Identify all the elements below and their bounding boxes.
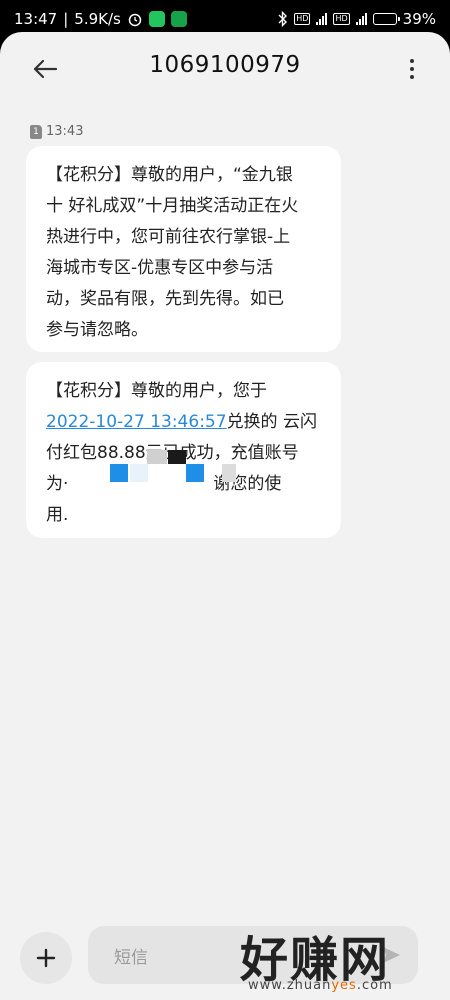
message-text: 兑换的 云闪 [226,412,317,432]
battery-percent: 39% [402,10,436,28]
message-bubble[interactable]: 【花积分】尊敬的用户，“金九银 十 好礼成双”十月抽奖活动正在火 热进行中，您可… [26,146,341,352]
sms-input[interactable]: 短信 [88,926,418,984]
hd-icon: HD [333,13,350,25]
message-line: 【花积分】尊敬的用户，您于 [46,381,267,401]
signal-4g-icon [355,13,367,25]
app-shield-icon [170,11,187,27]
message-timestamp: 13:43 [46,124,84,139]
message-line: 2022-10-27 13:46:57兑换的 云闪 [46,407,321,438]
message-line: 动，奖品有限，先到先得。如已 [46,289,284,309]
messages-screen: 1069100979 1 13:43 【花积分】尊敬的用户，“金九银 十 好礼成… [0,32,450,1000]
network-speed: 5.9K/s [74,10,121,28]
send-icon[interactable] [380,944,402,966]
composer-bar: 短信 [0,920,450,1000]
status-time: 13:47 [14,10,58,28]
app-bar: 1069100979 [0,32,450,104]
message-line: 参与请忽略。 [46,320,148,340]
message-line: 海城市专区-优惠专区中参与活 [46,258,274,278]
plus-icon [36,948,56,968]
conversation-title: 1069100979 [149,52,301,78]
message-line: 用. [46,505,69,525]
status-divider: | [63,10,69,28]
more-vertical-icon [410,59,414,63]
message-line: 热进行中，您可前往农行掌银-上 [46,227,291,247]
bluetooth-icon [278,11,288,27]
message-time-row: 1 13:43 [30,124,83,139]
datetime-link[interactable]: 2022-10-27 13:46:57 [46,412,227,432]
message-line: 【花积分】尊敬的用户，“金九银 [46,165,293,185]
alarm-icon [127,11,143,27]
signal-4g-icon [316,13,328,25]
more-options-button[interactable] [402,54,422,84]
add-attachment-button[interactable] [20,932,72,984]
message-text: 为· [46,474,69,494]
message-line: 十 好礼成双”十月抽奖活动正在火 [46,196,299,216]
sms-input-placeholder: 短信 [114,947,148,968]
wechat-icon [148,11,165,27]
message-line: 为· 谢您的使 [46,469,321,500]
sim-card-icon: 1 [30,124,42,139]
battery-icon [372,13,400,25]
hd-icon: HD [294,13,311,25]
